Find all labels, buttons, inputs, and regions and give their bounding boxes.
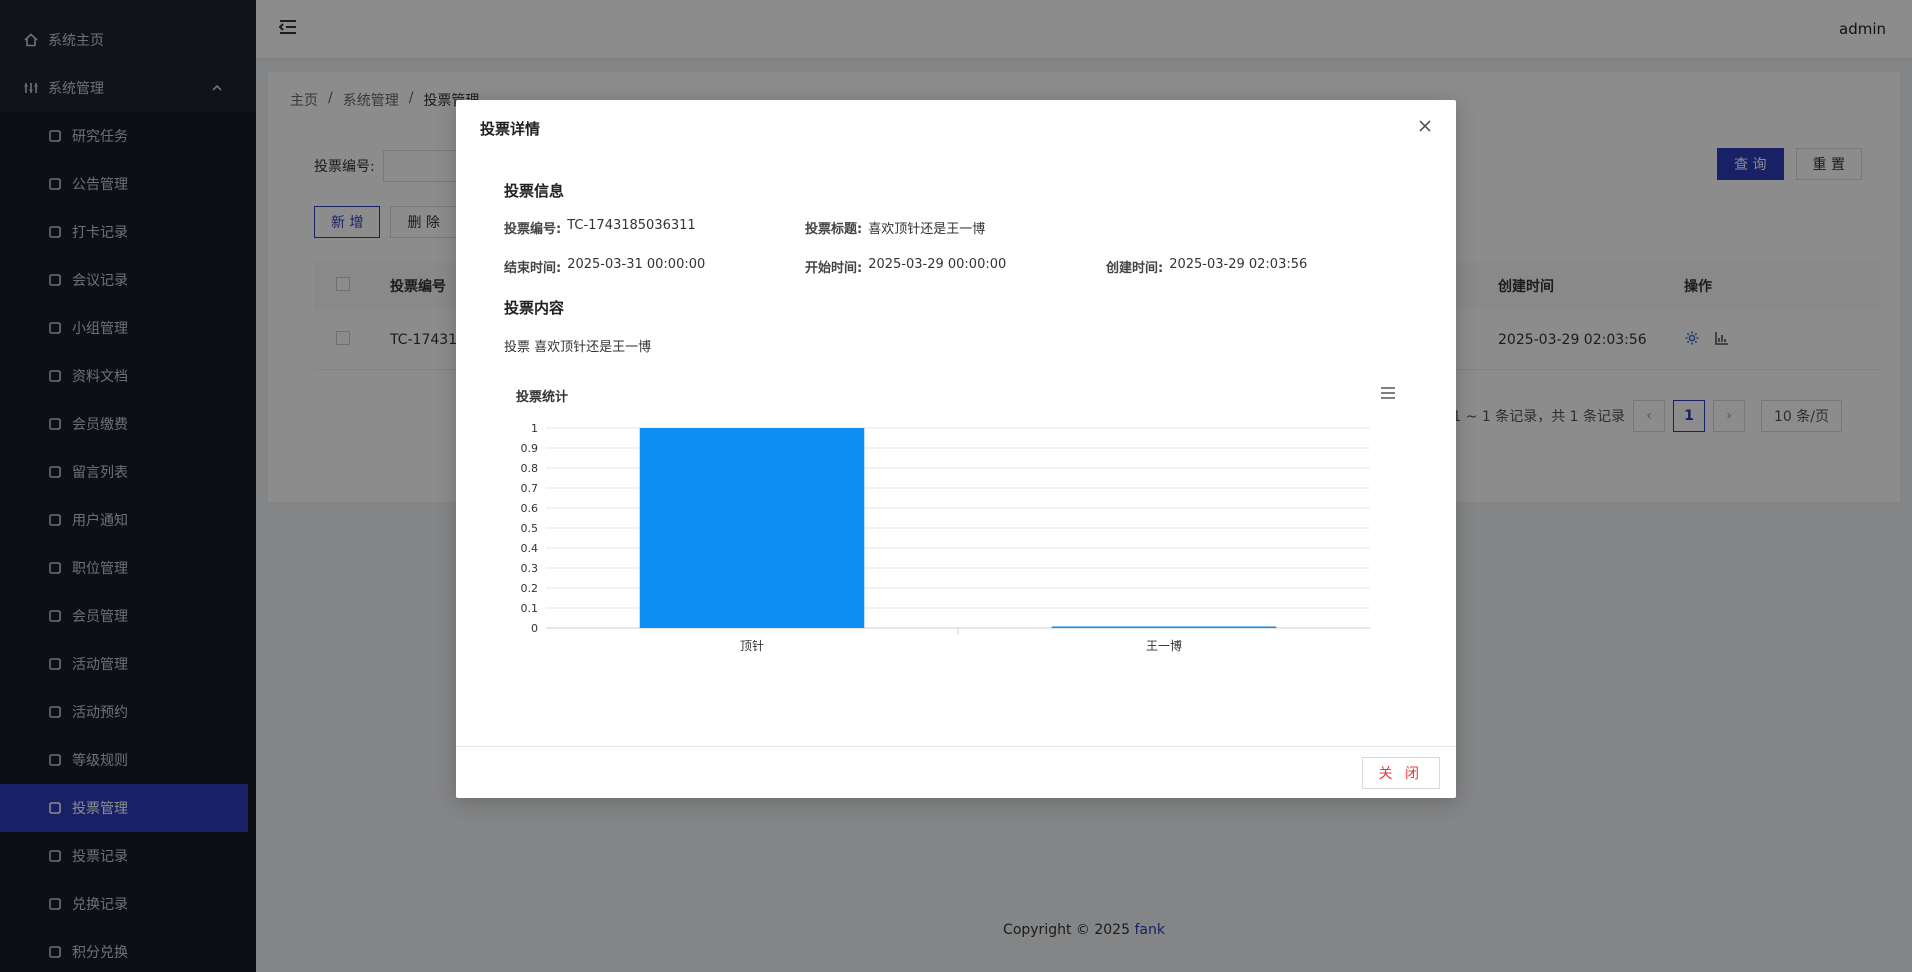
chart-menu-icon[interactable]: [1380, 386, 1396, 404]
y-tick-label: 0.5: [521, 522, 539, 535]
start-time-label: 开始时间:: [805, 261, 863, 276]
vote-content: 投票 喜欢顶针还是王一博: [504, 340, 652, 355]
x-tick-label: 王一博: [1146, 638, 1182, 653]
vote-no-label: 投票编号:: [504, 222, 562, 237]
bar-2: [1051, 626, 1277, 628]
vote-no-value: TC-1743185036311: [567, 218, 696, 233]
y-tick-label: 0: [531, 622, 538, 635]
info-row-1: 投票编号: TC-1743185036311 投票标题: 喜欢顶针还是王一博: [504, 218, 1106, 237]
created-time-value: 2025-03-29 02:03:56: [1169, 257, 1308, 272]
y-tick-label: 0.1: [521, 602, 539, 615]
created-time-label: 创建时间:: [1106, 261, 1164, 276]
info-row-2: 结束时间: 2025-03-31 00:00:00 开始时间: 2025-03-29…: [504, 257, 1407, 276]
y-tick-label: 1: [531, 422, 538, 435]
modal-footer: 关 闭: [456, 746, 1456, 798]
vote-title-label: 投票标题:: [805, 222, 863, 237]
y-tick-label: 0.8: [521, 462, 539, 475]
chart-canvas: 0 0.1 0.2 0.3 0.4 0.5 0.6 0.7 0.8 0.9 1 顶针 王一博: [521, 422, 1370, 653]
y-tick-label: 0.9: [521, 442, 539, 455]
vote-chart: 投票统计 0 0.1 0.2 0.3 0.4 0.5 0.6 0.7 0.8 0.9 1 顶针 王一博: [504, 386, 1408, 686]
end-time-label: 结束时间:: [504, 261, 562, 276]
modal-body: 投票信息 投票编号: TC-1743185036311 投票标题: 喜欢顶针还是王一…: [456, 156, 1456, 746]
close-button[interactable]: 关 闭: [1361, 756, 1440, 789]
modal-header: 投票详情: [456, 100, 1456, 156]
chart-title: 投票统计: [516, 390, 569, 405]
end-time-value: 2025-03-31 00:00:00: [567, 257, 706, 272]
info-section-title: 投票信息: [504, 182, 565, 200]
start-time-value: 2025-03-29 00:00:00: [868, 257, 1007, 272]
y-tick-label: 0.2: [521, 582, 539, 595]
content-section-title: 投票内容: [504, 299, 565, 317]
y-tick-label: 0.3: [521, 562, 539, 575]
y-tick-label: 0.6: [521, 502, 539, 515]
modal-title: 投票详情: [480, 119, 541, 138]
vote-title-value: 喜欢顶针还是王一博: [868, 222, 986, 237]
y-tick-label: 0.4: [521, 542, 539, 555]
vote-detail-modal: 投票详情 投票信息 投票编号: TC-1743185036311 投票标题: 喜欢顶…: [456, 100, 1456, 798]
x-tick-label: 顶针: [740, 638, 764, 653]
close-icon[interactable]: [1418, 119, 1432, 137]
bar-1: [639, 428, 865, 628]
y-tick-label: 0.7: [521, 482, 539, 495]
